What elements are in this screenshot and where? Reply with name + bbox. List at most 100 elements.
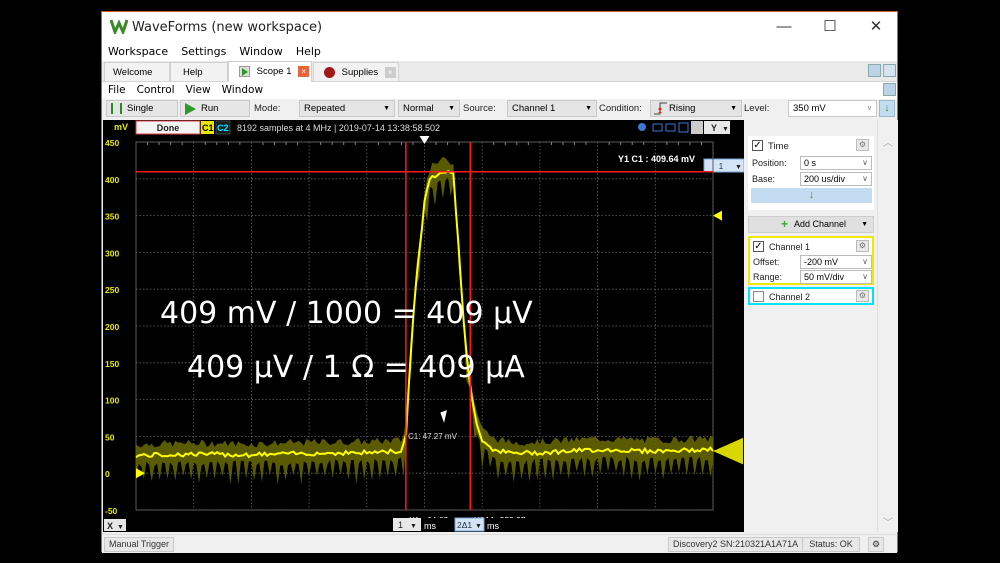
scroll-down-icon[interactable]: ﹀	[883, 514, 893, 529]
x-delta-value: 2Δ1	[457, 520, 472, 530]
tab-supplies[interactable]: Supplies ×	[313, 62, 399, 81]
rising-edge-icon	[654, 102, 667, 115]
position-value: 0 s	[804, 158, 817, 168]
manual-trigger-button[interactable]: Manual Trigger	[104, 537, 175, 552]
menu-window[interactable]: Window	[239, 42, 282, 61]
device-settings-gear-icon[interactable]: ⚙	[868, 537, 884, 552]
acquisition-info: 8192 samples at 4 MHz | 2019-07-14 13:38…	[237, 123, 440, 133]
offset-value: -200 mV	[804, 257, 839, 267]
source-label: Source:	[463, 103, 496, 114]
acquisition-select[interactable]: Normal ▼	[398, 100, 460, 117]
y-tick-label: 250	[105, 285, 119, 295]
trigger-level-marker	[713, 210, 722, 221]
offset-label: Offset:	[753, 257, 780, 267]
base-input[interactable]: 200 us/div ∨	[800, 172, 872, 186]
channel-2-checkbox[interactable]	[753, 291, 764, 302]
y-tick-label: 50	[105, 432, 115, 442]
time-panel: ✓ Time ⚙ Position: 0 s ∨ Base: 200 us/div…	[748, 136, 874, 210]
x-reference-value: 1	[398, 520, 403, 530]
channel-2-badge[interactable]: C2	[217, 123, 229, 133]
mode-label: Mode:	[254, 103, 281, 114]
single-label: Single	[127, 103, 154, 114]
chevron-down-icon: ▼	[861, 221, 868, 228]
time-apply-arrow-icon[interactable]: ↓	[751, 188, 872, 203]
dock-window-icon[interactable]	[883, 83, 896, 96]
close-tab-icon[interactable]: ×	[298, 65, 310, 77]
device-info[interactable]: Discovery2 SN:210321A1A71A	[668, 537, 804, 552]
scope-plot-area: mV Done C1 C2 8192 samples at 4 MHz | 20…	[103, 120, 744, 532]
channel-2-settings-gear-icon[interactable]: ⚙	[856, 290, 869, 302]
single-button[interactable]: Single	[106, 100, 178, 117]
title-bar: WaveForms (new workspace) — ☐ ✕	[102, 12, 897, 42]
play-icon	[239, 65, 250, 77]
record-icon	[324, 66, 335, 78]
time-checkbox[interactable]: ✓	[752, 140, 763, 151]
acquisition-value: Normal	[403, 103, 434, 114]
menu-help[interactable]: Help	[296, 42, 321, 61]
waveforms-window: WaveForms (new workspace) — ☐ ✕ Workspac…	[101, 11, 898, 553]
run-label: Run	[201, 103, 219, 114]
y-tick-label: 400	[105, 175, 119, 185]
zoom-icon[interactable]	[638, 123, 646, 131]
minimize-button[interactable]: —	[761, 12, 807, 42]
y-tick-label: -50	[105, 506, 118, 516]
add-channel-button[interactable]: + Add Channel ▼	[748, 216, 874, 233]
channel-1-badge[interactable]: C1	[202, 123, 214, 133]
run-button[interactable]: Run	[180, 100, 250, 117]
chevron-down-icon: ∨	[866, 105, 872, 112]
position-input[interactable]: 0 s ∨	[800, 156, 872, 170]
level-label: Level:	[744, 103, 770, 114]
level-input[interactable]: 350 mV ∨	[788, 100, 877, 117]
time-settings-gear-icon[interactable]: ⚙	[856, 139, 869, 151]
cascade-windows-icon[interactable]	[868, 64, 881, 77]
annotation-voltage-conversion: 409 mV / 1000 = 409 μV	[160, 296, 533, 331]
channel-1-checkbox[interactable]: ✓	[753, 241, 764, 252]
x-reference-unit: ms	[424, 521, 436, 531]
chevron-down-icon: ▼	[410, 523, 417, 530]
chevron-down-icon: ▼	[585, 105, 592, 112]
tile-windows-icon[interactable]	[883, 64, 896, 77]
scope-menu-control[interactable]: Control	[137, 82, 175, 99]
x-delta-unit: ms	[487, 521, 499, 531]
side-panel-scrollbar[interactable]: ︿ ﹀	[877, 120, 898, 532]
close-button[interactable]: ✕	[853, 12, 899, 42]
channel-1-settings-gear-icon[interactable]: ⚙	[856, 240, 869, 252]
condition-select[interactable]: Rising ▼	[650, 100, 742, 117]
tab-bar: Welcome + Help Scope 1 × Supplies ×	[102, 61, 897, 97]
scroll-up-icon[interactable]: ︿	[883, 134, 893, 149]
close-tab-icon[interactable]: ×	[384, 66, 396, 78]
scope-menu-file[interactable]: File	[108, 82, 126, 99]
menu-workspace[interactable]: Workspace	[108, 42, 168, 61]
menu-settings[interactable]: Settings	[181, 42, 226, 61]
source-select[interactable]: Channel 1 ▼	[507, 100, 597, 117]
window-title: WaveForms (new workspace)	[132, 20, 323, 35]
tab-welcome-label: Welcome	[113, 67, 153, 78]
tab-welcome[interactable]: Welcome +	[104, 62, 170, 97]
position-label: Position:	[752, 158, 787, 168]
measure-icon[interactable]	[678, 122, 689, 133]
tab-help[interactable]: Help	[170, 62, 228, 81]
range-input[interactable]: 50 mV/div ∨	[800, 270, 872, 284]
channel-1-label: Channel 1	[769, 242, 811, 252]
scope-menu-view[interactable]: View	[186, 82, 211, 99]
offset-input[interactable]: -200 mV ∨	[800, 255, 872, 269]
level-value: 350 mV	[793, 103, 826, 114]
mode-select[interactable]: Repeated ▼	[299, 100, 395, 117]
tab-help-label: Help	[183, 67, 203, 78]
status-bar: Manual Trigger Discovery2 SN:210321A1A71…	[102, 534, 897, 553]
level-apply-arrow-icon[interactable]: ↓	[879, 100, 895, 117]
channel-2-label: Channel 2	[769, 292, 811, 302]
y-tick-label: 100	[105, 396, 119, 406]
source-value: Channel 1	[512, 103, 556, 114]
run-play-icon	[185, 103, 196, 115]
waveforms-logo-icon	[110, 19, 128, 34]
annotation-current-conversion: 409 μV / 1 Ω = 409 μA	[187, 350, 525, 385]
condition-label: Condition:	[599, 103, 642, 114]
tab-scope-1[interactable]: Scope 1 ×	[228, 61, 312, 82]
scope-settings-gear-icon[interactable]	[691, 121, 703, 134]
scope-menu-window[interactable]: Window	[222, 82, 263, 99]
cursor-h-icon[interactable]	[652, 123, 663, 132]
chevron-down-icon: ∨	[862, 257, 868, 266]
cursor-v-icon[interactable]	[665, 123, 676, 132]
maximize-button[interactable]: ☐	[807, 12, 853, 42]
